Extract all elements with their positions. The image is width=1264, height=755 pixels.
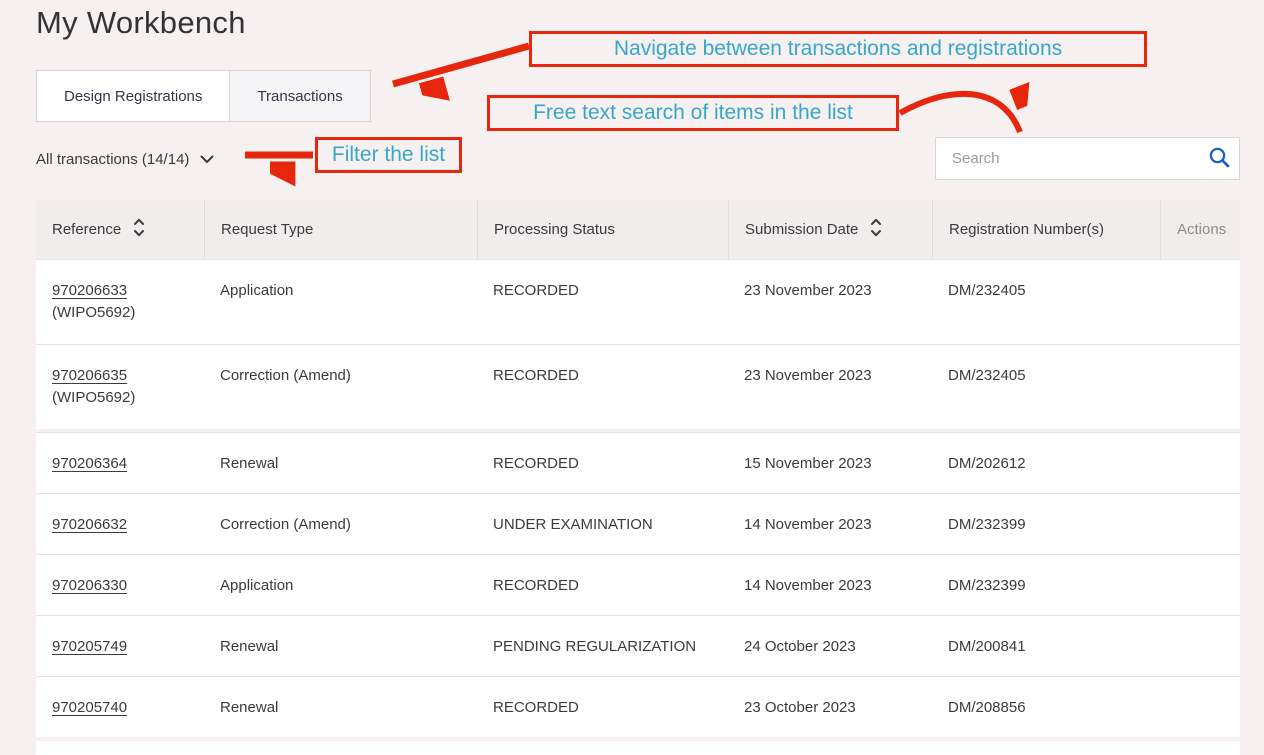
actions-cell <box>1160 433 1240 493</box>
annotation-free-text-search: Free text search of items in the list <box>487 95 899 131</box>
processing-status-cell: RECORDED <box>477 260 728 344</box>
request-type-cell: Application <box>204 555 477 615</box>
table-row: 970206632 Correction (Amend) UNDER EXAMI… <box>36 493 1240 554</box>
annotation-navigate-tabs: Navigate between transactions and regist… <box>529 31 1147 67</box>
table-row: 970206330 Application RECORDED 14 Novemb… <box>36 554 1240 615</box>
table-row: 970205740 Renewal RECORDED 23 October 20… <box>36 676 1240 737</box>
processing-status-cell: RECORDED <box>477 677 728 737</box>
actions-cell <box>1160 555 1240 615</box>
reference-link[interactable]: 970206635 <box>52 367 127 384</box>
filter-dropdown[interactable]: All transactions (14/14) <box>36 147 214 171</box>
tab-design-registrations[interactable]: Design Registrations <box>37 71 229 121</box>
submission-date-cell: 14 November 2023 <box>728 494 932 554</box>
table-row: 970206633 (WIPO5692) Application RECORDED… <box>36 259 1240 344</box>
column-header-registration-numbers: Registration Number(s) <box>932 200 1160 259</box>
reference-link[interactable]: 970205740 <box>52 699 127 716</box>
submission-date-cell: 23 November 2023 <box>728 260 932 344</box>
processing-status-cell: UNDER EXAMINATION <box>477 494 728 554</box>
request-type-cell: Correction (Amend) <box>204 494 477 554</box>
arrow-to-search <box>900 94 1020 132</box>
reference-link[interactable]: 970206632 <box>52 516 127 533</box>
search-button[interactable] <box>1199 138 1239 179</box>
reference-note: (WIPO5692) <box>52 302 196 324</box>
request-type-cell: Correction (Amend) <box>204 345 477 429</box>
actions-cell <box>1160 345 1240 429</box>
submission-date-cell: 14 November 2023 <box>728 555 932 615</box>
reference-link[interactable]: 970206364 <box>52 455 127 472</box>
chevron-down-icon <box>200 151 214 168</box>
reference-link[interactable]: 970206633 <box>52 282 127 299</box>
table-row: 970206364 Renewal RECORDED 15 November 2… <box>36 432 1240 493</box>
processing-status-cell: RECORDED <box>477 555 728 615</box>
annotation-filter-list: Filter the list <box>315 137 462 173</box>
registration-number-cell: DM/208856 <box>932 677 1160 737</box>
tab-bar: Design Registrations Transactions <box>36 70 371 122</box>
request-type-cell: Renewal <box>204 433 477 493</box>
transactions-table: Reference Request Type Processing Status… <box>36 200 1240 755</box>
table-header-row: Reference Request Type Processing Status… <box>36 200 1240 259</box>
reference-note: (WIPO5692) <box>52 387 196 409</box>
search-box <box>935 137 1240 180</box>
actions-cell <box>1160 494 1240 554</box>
page-title: My Workbench <box>36 5 246 41</box>
column-header-reference[interactable]: Reference <box>36 200 204 259</box>
processing-status-cell: RECORDED <box>477 433 728 493</box>
processing-status-cell: RECORDED <box>477 345 728 429</box>
tab-transactions[interactable]: Transactions <box>229 71 369 121</box>
reference-link[interactable]: 970206330 <box>52 577 127 594</box>
column-header-submission-date[interactable]: Submission Date <box>728 200 932 259</box>
table-row-partial <box>36 741 1240 755</box>
submission-date-cell: 23 October 2023 <box>728 677 932 737</box>
table-row: 970206635 (WIPO5692) Correction (Amend) R… <box>36 344 1240 429</box>
sort-icon[interactable] <box>870 217 882 242</box>
column-header-processing-status: Processing Status <box>477 200 728 259</box>
search-input[interactable] <box>936 138 1199 179</box>
submission-date-cell: 15 November 2023 <box>728 433 932 493</box>
registration-number-cell: DM/232399 <box>932 494 1160 554</box>
column-header-actions: Actions <box>1160 200 1240 259</box>
arrow-to-tabs <box>393 46 529 84</box>
registration-number-cell: DM/232405 <box>932 260 1160 344</box>
submission-date-cell: 23 November 2023 <box>728 345 932 429</box>
request-type-cell: Application <box>204 260 477 344</box>
registration-number-cell: DM/200841 <box>932 616 1160 676</box>
column-header-request-type: Request Type <box>204 200 477 259</box>
table-row: 970205749 Renewal PENDING REGULARIZATION… <box>36 615 1240 676</box>
actions-cell <box>1160 677 1240 737</box>
registration-number-cell: DM/202612 <box>932 433 1160 493</box>
actions-cell <box>1160 260 1240 344</box>
registration-number-cell: DM/232405 <box>932 345 1160 429</box>
search-icon <box>1208 146 1231 172</box>
actions-cell <box>1160 616 1240 676</box>
request-type-cell: Renewal <box>204 616 477 676</box>
reference-link[interactable]: 970205749 <box>52 638 127 655</box>
registration-number-cell: DM/232399 <box>932 555 1160 615</box>
sort-icon[interactable] <box>133 217 145 242</box>
request-type-cell: Renewal <box>204 677 477 737</box>
processing-status-cell: PENDING REGULARIZATION <box>477 616 728 676</box>
filter-label: All transactions (14/14) <box>36 151 189 168</box>
submission-date-cell: 24 October 2023 <box>728 616 932 676</box>
